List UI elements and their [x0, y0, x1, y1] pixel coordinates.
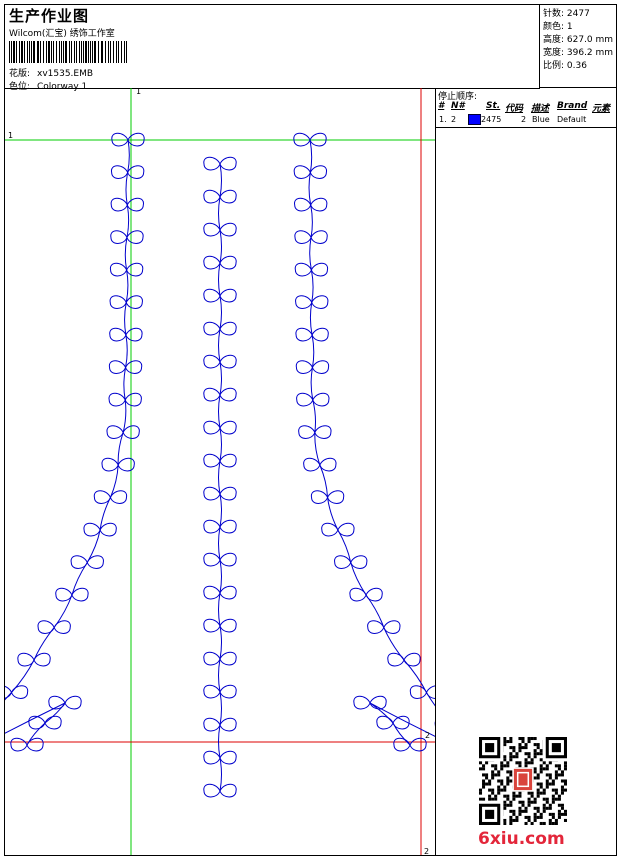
col-header-code: 代码 — [505, 104, 524, 114]
design-name-row: 花版: xv1535.EMB — [9, 66, 93, 79]
col-header-needle: N# — [451, 101, 465, 111]
red-guide-label-bottom: 2 — [424, 847, 430, 856]
design-scale: 比例: 0.36 — [543, 61, 587, 71]
red-guide-label-right: 2 — [425, 731, 431, 740]
row-stitches: 2475 — [481, 115, 502, 124]
design-height: 高度: 627.0 mm — [543, 35, 614, 45]
embroidery-design — [5, 88, 435, 855]
header-info: 生产作业图 Wilcom(汇宝) 绣饰工作室 花版: xv1535.EMB 色位:… — [5, 5, 540, 92]
col-header-stitches: St. — [486, 101, 501, 111]
stitch-count: 针数: 2477 — [543, 9, 590, 19]
color-swatch — [468, 114, 481, 125]
design-value: xv1535.EMB — [37, 69, 94, 79]
design-width: 宽度: 396.2 mm — [543, 48, 614, 58]
company-name: Wilcom(汇宝) 绣饰工作室 — [9, 29, 115, 39]
qr-code — [479, 737, 567, 825]
col-header-element: 元素 — [592, 104, 611, 114]
row-index: 1. — [439, 115, 447, 124]
green-guide-label-left: 1 — [8, 131, 14, 140]
stats-box: 针数: 2477 颜色: 1 高度: 627.0 mm 宽度: 396.2 mm… — [539, 5, 617, 88]
design-label: 花版: — [9, 69, 31, 79]
color-count: 颜色: 1 — [543, 22, 573, 32]
stop-sequence-panel: 停止顺序: # N# St. 代码 描述 Brand 元素 1. 2 2475 … — [435, 88, 617, 128]
green-guide-label-top: 1 — [136, 87, 142, 96]
row-brand: Default — [557, 115, 587, 124]
col-header-brand: Brand — [557, 101, 588, 111]
panel-divider — [435, 128, 436, 855]
barcode-image — [9, 41, 127, 63]
col-header-index: # — [438, 101, 445, 111]
vine-pattern — [5, 132, 435, 798]
row-code: 2 — [521, 115, 527, 124]
site-logo: 6xiu.com — [478, 829, 565, 849]
row-needle: 2 — [451, 115, 457, 124]
page-title: 生产作业图 — [9, 7, 90, 25]
row-description: Blue — [532, 115, 550, 124]
design-canvas: 1 1 2 2 — [5, 87, 435, 856]
col-header-description: 描述 — [531, 104, 550, 114]
